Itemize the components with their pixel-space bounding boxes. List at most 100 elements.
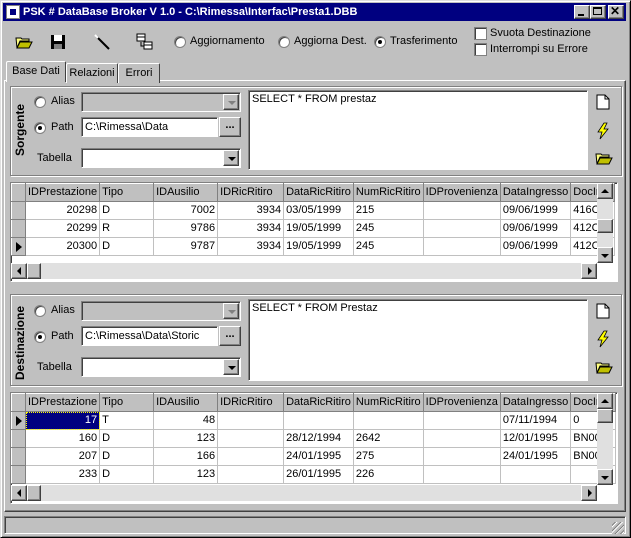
radio-trasferimento[interactable] xyxy=(374,36,386,48)
source-table-combo[interactable] xyxy=(81,148,241,168)
table-row[interactable]: 207 D 166 24/01/1995 275 24/01/1995 BN0017 xyxy=(11,447,617,466)
source-path-input[interactable]: C:\Rimessa\Data xyxy=(81,117,218,137)
grid-cell[interactable]: 03/05/1999 xyxy=(283,201,354,220)
grid-cell[interactable]: 3934 xyxy=(217,219,285,238)
chevron-down-icon[interactable] xyxy=(223,94,239,110)
grid-cell[interactable]: 160 xyxy=(25,429,101,448)
row-indicator[interactable] xyxy=(11,447,26,466)
destination-open-button[interactable] xyxy=(595,359,613,377)
grid-cell[interactable] xyxy=(423,465,501,484)
grid-cell[interactable]: 19/05/1999 xyxy=(283,219,354,238)
grid-cell[interactable] xyxy=(283,411,354,430)
source-horizontal-scrollbar[interactable] xyxy=(11,263,597,279)
grid-cell[interactable]: 07/11/1994 xyxy=(500,411,572,430)
scroll-right-button[interactable] xyxy=(581,485,597,501)
grid-cell[interactable] xyxy=(500,465,572,484)
destination-alias-radio[interactable] xyxy=(34,305,46,317)
save-button[interactable] xyxy=(46,30,70,54)
row-indicator[interactable] xyxy=(11,411,26,430)
column-header[interactable]: IDProvenienza xyxy=(422,183,501,202)
grid-cell[interactable] xyxy=(423,219,501,238)
grid-cell[interactable] xyxy=(423,429,501,448)
grid-cell[interactable]: D xyxy=(99,465,155,484)
source-new-button[interactable] xyxy=(596,94,614,112)
grid-cell[interactable]: 3934 xyxy=(217,237,285,256)
source-alias-radio[interactable] xyxy=(34,96,46,108)
table-row[interactable]: 20299 R 9786 3934 19/05/1999 245 09/06/1999 412… xyxy=(11,219,615,238)
grid-cell[interactable] xyxy=(423,237,501,256)
table-row[interactable]: 160 D 123 28/12/1994 2642 12/01/1995 BN0004 xyxy=(11,429,617,448)
grid-cell[interactable]: T xyxy=(99,411,155,430)
source-vertical-scrollbar[interactable] xyxy=(597,183,613,263)
chevron-down-icon[interactable] xyxy=(223,150,239,166)
grid-cell[interactable]: 48 xyxy=(153,411,219,430)
grid-cell[interactable]: 7002 xyxy=(153,201,219,220)
column-header[interactable]: Tipo xyxy=(99,393,155,412)
column-header[interactable]: IDRicRitiro xyxy=(217,393,285,412)
table-row[interactable]: 17 T 48 07/11/1994 0 xyxy=(11,411,617,430)
destination-table-combo[interactable] xyxy=(81,357,241,377)
scroll-right-button[interactable] xyxy=(581,263,597,279)
scroll-left-button[interactable] xyxy=(11,263,27,279)
radio-aggiorna-dest[interactable] xyxy=(278,36,290,48)
destination-horizontal-scrollbar[interactable] xyxy=(11,485,597,501)
grid-cell[interactable]: R xyxy=(99,219,155,238)
grid-cell[interactable]: 19/05/1999 xyxy=(283,237,354,256)
grid-cell[interactable]: 20299 xyxy=(25,219,101,238)
table-row[interactable]: 233 D 123 26/01/1995 226 xyxy=(11,465,617,484)
grid-cell[interactable]: 215 xyxy=(353,201,424,220)
transfer-button[interactable] xyxy=(133,30,157,54)
source-browse-button[interactable]: ... xyxy=(219,117,241,137)
column-header[interactable]: IDProvenienza xyxy=(422,393,501,412)
tab-errori[interactable]: Errori xyxy=(118,63,160,83)
grid-cell[interactable]: 20300 xyxy=(25,237,101,256)
column-header[interactable]: Tipo xyxy=(99,183,155,202)
column-header[interactable]: NumRicRitiro xyxy=(352,183,424,202)
scroll-thumb[interactable] xyxy=(597,219,613,233)
column-header[interactable]: IDRicRitiro xyxy=(217,183,285,202)
grid-cell[interactable]: 245 xyxy=(353,219,424,238)
chevron-down-icon[interactable] xyxy=(223,303,239,319)
source-alias-combo[interactable] xyxy=(81,92,241,112)
grid-cell[interactable]: 24/01/1995 xyxy=(500,447,572,466)
svuota-destinazione-checkbox[interactable] xyxy=(474,27,487,40)
column-header[interactable]: IDPrestazione xyxy=(24,393,101,412)
grid-cell[interactable]: 26/01/1995 xyxy=(283,465,354,484)
column-header[interactable]: NumRicRitiro xyxy=(352,393,424,412)
interrompi-errore-checkbox[interactable] xyxy=(474,43,487,56)
grid-cell[interactable]: 245 xyxy=(353,237,424,256)
grid-cell[interactable] xyxy=(217,411,285,430)
destination-path-input[interactable]: C:\Rimessa\Data\Storic xyxy=(81,326,218,346)
column-header[interactable]: IDPrestazione xyxy=(24,183,101,202)
grid-cell[interactable] xyxy=(423,447,501,466)
open-button[interactable] xyxy=(12,30,36,54)
title-bar[interactable]: PSK # DataBase Broker V 1.0 - C:\Rimessa… xyxy=(3,3,626,21)
column-header[interactable]: DataIngresso xyxy=(499,393,572,412)
grid-cell[interactable] xyxy=(217,447,285,466)
destination-vertical-scrollbar[interactable] xyxy=(597,393,613,485)
grid-cell[interactable]: 123 xyxy=(153,465,219,484)
grid-cell[interactable]: 09/06/1999 xyxy=(500,237,572,256)
minimize-button[interactable] xyxy=(574,5,590,19)
grid-cell[interactable]: 166 xyxy=(153,447,219,466)
grid-cell[interactable] xyxy=(217,429,285,448)
grid-cell[interactable]: D xyxy=(99,429,155,448)
scroll-thumb[interactable] xyxy=(27,485,41,501)
grid-cell[interactable]: 233 xyxy=(25,465,101,484)
grid-cell[interactable]: 17 xyxy=(25,411,101,430)
grid-cell[interactable]: 24/01/1995 xyxy=(283,447,354,466)
row-indicator[interactable] xyxy=(11,219,26,238)
close-button[interactable]: ✕ xyxy=(608,5,624,19)
table-row[interactable]: 20298 D 7002 3934 03/05/1999 215 09/06/1999 416… xyxy=(11,201,615,220)
destination-run-button[interactable] xyxy=(596,330,614,348)
grid-cell[interactable]: D xyxy=(99,447,155,466)
source-path-radio[interactable] xyxy=(34,122,46,134)
scroll-up-button[interactable] xyxy=(597,183,613,199)
column-header[interactable]: IDAusilio xyxy=(153,393,219,412)
column-header[interactable]: DataRicRitiro xyxy=(283,393,354,412)
scroll-thumb[interactable] xyxy=(597,409,613,423)
wand-button[interactable] xyxy=(90,30,114,54)
destination-sql-editor[interactable]: SELECT * FROM Prestaz xyxy=(248,299,588,381)
grid-cell[interactable]: 09/06/1999 xyxy=(500,201,572,220)
destination-new-button[interactable] xyxy=(596,303,614,321)
